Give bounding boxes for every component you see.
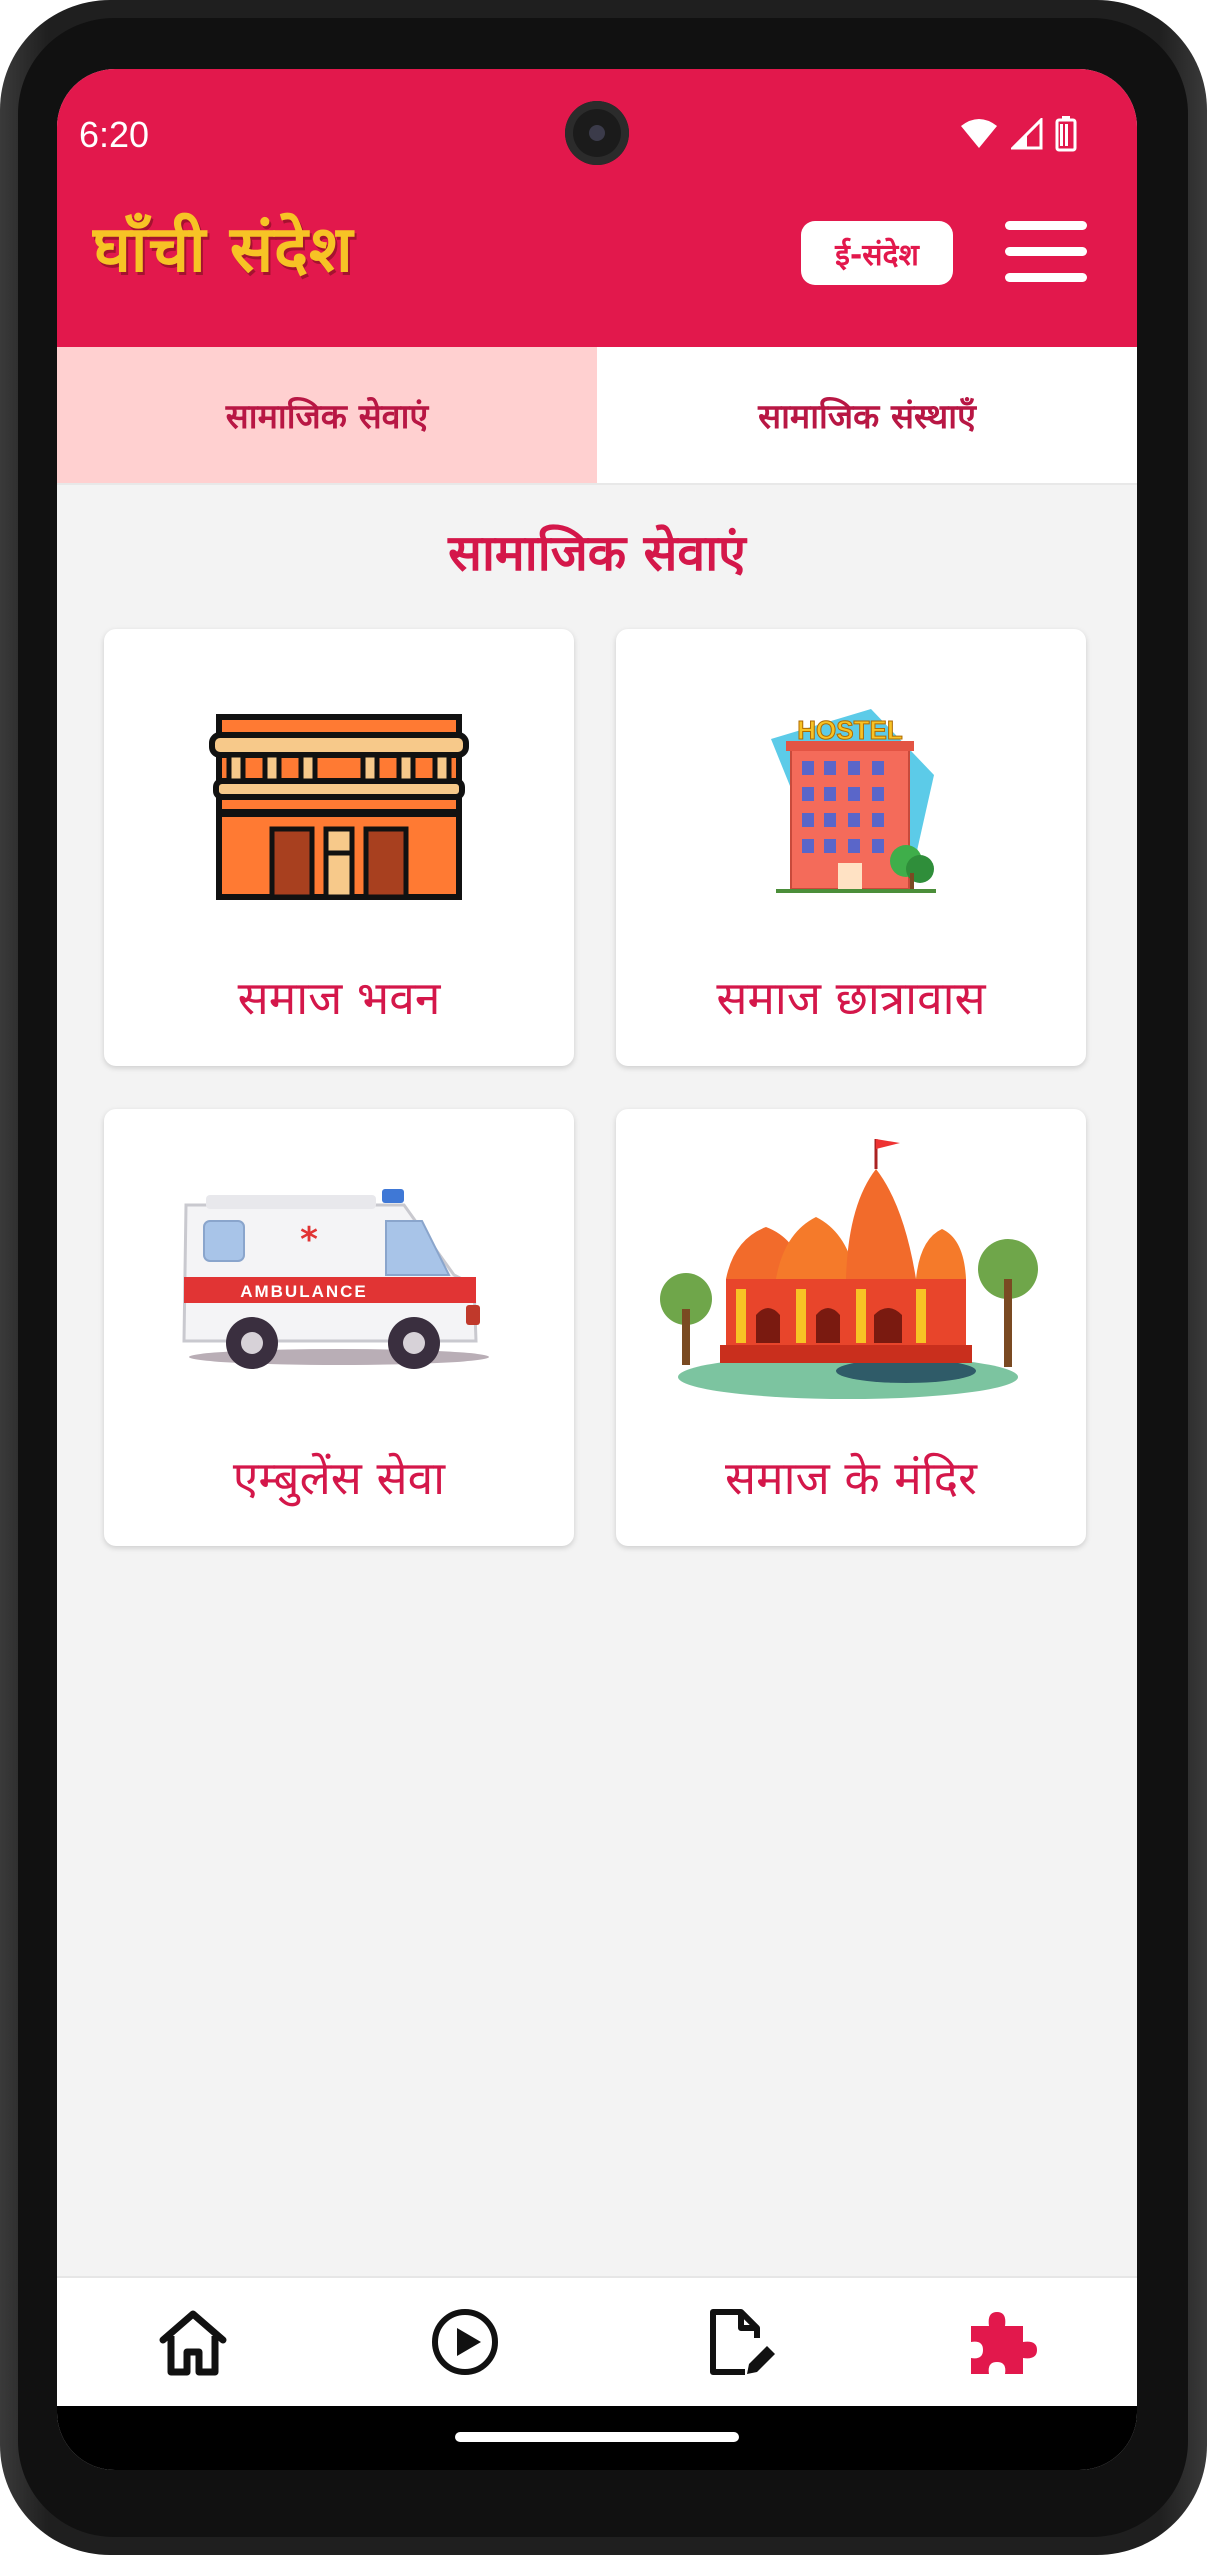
card-label: समाज छात्रावास bbox=[716, 971, 986, 1025]
signal-icon bbox=[1011, 118, 1043, 150]
section-title: सामाजिक सेवाएं bbox=[448, 524, 746, 582]
card-ambulance-service[interactable]: AMBULANCE * एम्बुलेंस सेवा bbox=[104, 1109, 574, 1546]
card-label: समाज भवन bbox=[237, 971, 441, 1025]
puzzle-icon[interactable] bbox=[961, 2302, 1041, 2382]
card-samaj-temples[interactable]: समाज के मंदिर bbox=[616, 1109, 1086, 1546]
gesture-area bbox=[57, 2406, 1137, 2470]
card-samaj-hostel[interactable]: HOSTEL समाज छात्रावास bbox=[616, 629, 1086, 1066]
home-icon[interactable] bbox=[153, 2302, 233, 2382]
building-icon bbox=[209, 714, 469, 900]
edit-document-icon[interactable] bbox=[697, 2302, 777, 2382]
status-bar: 6:20 bbox=[57, 69, 1137, 179]
svg-text:*: * bbox=[300, 1220, 318, 1260]
front-camera bbox=[565, 101, 629, 165]
card-label: एम्बुलेंस सेवा bbox=[232, 1451, 446, 1505]
bottom-navigation bbox=[57, 2276, 1137, 2408]
device-frame: 6:20 घाँची संदेश ई-संदेश सामाजिक सेवाएं … bbox=[0, 0, 1207, 2555]
tab-social-organizations[interactable]: सामाजिक संस्थाएँ bbox=[597, 347, 1137, 483]
card-samaj-bhawan[interactable]: समाज भवन bbox=[104, 629, 574, 1066]
ambulance-icon: AMBULANCE * bbox=[182, 1189, 489, 1369]
app-bar: घाँची संदेश ई-संदेश bbox=[57, 179, 1137, 347]
hostel-sign: HOSTEL bbox=[797, 715, 903, 745]
tab-social-services[interactable]: सामाजिक सेवाएं bbox=[57, 347, 597, 483]
menu-icon[interactable] bbox=[1005, 217, 1087, 287]
status-time: 6:20 bbox=[79, 114, 150, 155]
tab-bar: सामाजिक सेवाएं सामाजिक संस्थाएँ bbox=[57, 347, 1137, 485]
ambulance-text: AMBULANCE bbox=[240, 1282, 368, 1301]
hostel-icon: HOSTEL bbox=[771, 709, 936, 893]
screen: 6:20 घाँची संदेश ई-संदेश सामाजिक सेवाएं … bbox=[57, 69, 1137, 2470]
temple-icon bbox=[660, 1139, 1038, 1399]
esandesh-button[interactable]: ई-संदेश bbox=[801, 221, 953, 285]
battery-icon bbox=[1055, 116, 1077, 152]
home-gesture-bar[interactable] bbox=[455, 2432, 739, 2442]
play-circle-icon[interactable] bbox=[425, 2302, 505, 2382]
app-logo[interactable]: घाँची संदेश bbox=[93, 203, 354, 290]
system-icons bbox=[959, 116, 1077, 152]
wifi-icon bbox=[961, 119, 997, 148]
card-label: समाज के मंदिर bbox=[725, 1451, 977, 1505]
